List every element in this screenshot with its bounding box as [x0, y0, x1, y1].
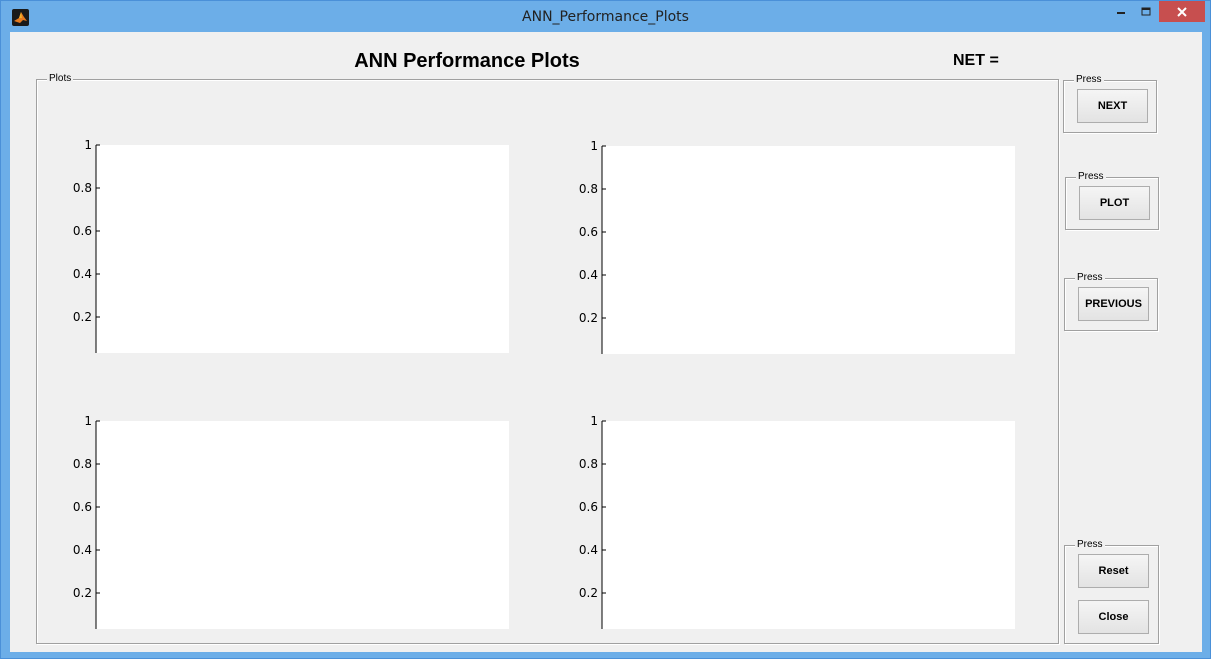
plot-group-title: Press — [1076, 171, 1106, 183]
y-tick-label: 0.8 — [73, 181, 92, 195]
y-tick-label: 0.4 — [579, 268, 598, 282]
plot-area — [96, 145, 509, 353]
y-tick-label: 1 — [590, 139, 598, 153]
previous-button[interactable]: PREVIOUS — [1078, 287, 1149, 321]
y-tick-label: 0.8 — [579, 457, 598, 471]
y-tick-label: 0.2 — [579, 586, 598, 600]
y-tick-label: 0.4 — [73, 543, 92, 557]
next-button[interactable]: NEXT — [1077, 89, 1148, 123]
y-tick-label: 1 — [590, 414, 598, 428]
figure-area: ANN Performance Plots NET = Plots 00.20.… — [10, 32, 1202, 652]
plots-panel-title: Plots — [47, 73, 74, 85]
close-window-icon[interactable] — [1159, 1, 1205, 22]
y-tick-label: 0.2 — [73, 310, 92, 324]
maximize-icon[interactable] — [1134, 1, 1158, 22]
axes-bottom-right: 00.20.40.60.8100.20.40.60.81 — [579, 414, 1015, 629]
y-tick-label: 0.8 — [579, 182, 598, 196]
y-tick-label: 1 — [84, 138, 92, 152]
window-title: ANN_Performance_Plots — [522, 9, 689, 25]
app-window: ANN_Performance_Plots ANN Performance Pl… — [0, 0, 1211, 659]
reset-close-group: Press Reset Close — [1064, 539, 1159, 644]
page-title: ANN Performance Plots — [354, 50, 580, 72]
reset-close-group-title: Press — [1075, 539, 1105, 551]
title-bar[interactable]: ANN_Performance_Plots — [1, 1, 1210, 32]
y-tick-label: 0.2 — [579, 311, 598, 325]
y-tick-label: 0.6 — [579, 500, 598, 514]
y-tick-label: 0.4 — [579, 543, 598, 557]
y-tick-label: 0.6 — [579, 225, 598, 239]
plot-area — [96, 421, 509, 629]
y-tick-label: 0.4 — [73, 267, 92, 281]
close-button[interactable]: Close — [1078, 600, 1149, 634]
axes-top-right: 00.20.40.60.8100.20.40.60.81 — [579, 139, 1015, 354]
plot-area — [602, 146, 1015, 354]
y-tick-label: 0.2 — [73, 586, 92, 600]
next-group: Press NEXT — [1063, 74, 1157, 133]
reset-button[interactable]: Reset — [1078, 554, 1149, 588]
net-label: NET = — [953, 52, 999, 69]
y-tick-label: 0.8 — [73, 457, 92, 471]
axes-top-left: 00.20.40.60.8100.20.40.60.81 — [73, 138, 509, 353]
y-tick-label: 0.6 — [73, 500, 92, 514]
plot-area — [602, 421, 1015, 629]
previous-group-title: Press — [1075, 272, 1105, 284]
next-group-title: Press — [1074, 74, 1104, 86]
previous-group: Press PREVIOUS — [1064, 272, 1158, 331]
y-tick-label: 0.6 — [73, 224, 92, 238]
plot-button[interactable]: PLOT — [1079, 186, 1150, 220]
plot-group: Press PLOT — [1065, 171, 1159, 230]
minimize-icon[interactable] — [1109, 1, 1133, 22]
axes-bottom-left: 00.20.40.60.8100.20.40.60.81 — [73, 414, 509, 629]
y-tick-label: 1 — [84, 414, 92, 428]
